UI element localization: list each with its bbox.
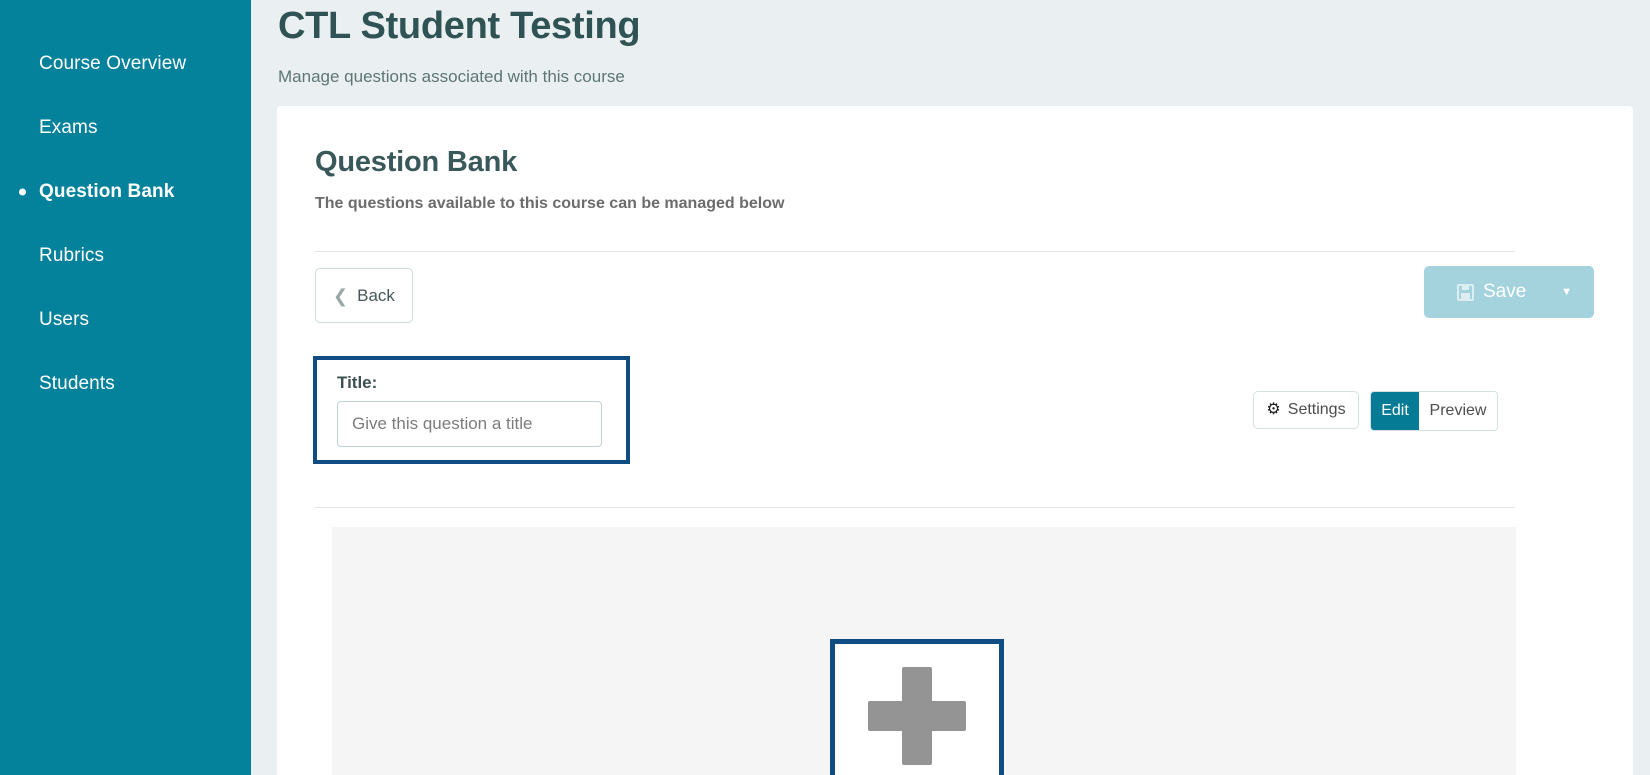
title-input[interactable] xyxy=(337,401,602,447)
tab-preview[interactable]: Preview xyxy=(1419,392,1497,430)
question-content-panel: Add new xyxy=(332,527,1516,775)
divider-top xyxy=(315,251,1515,252)
gear-icon: ⚙ xyxy=(1266,401,1281,418)
caret-down-icon[interactable]: ▼ xyxy=(1561,286,1594,298)
card-subtitle: The questions available to this course c… xyxy=(315,195,785,212)
title-field-label: Title: xyxy=(337,373,378,392)
sidebar-item-users[interactable]: Users xyxy=(0,288,251,352)
sidebar-item-rubrics[interactable]: Rubrics xyxy=(0,224,251,288)
page-subtitle: Manage questions associated with this co… xyxy=(278,67,625,86)
back-button-label: Back xyxy=(357,285,395,305)
active-bullet-icon xyxy=(19,188,26,196)
sidebar-item-exams[interactable]: Exams xyxy=(0,96,251,160)
settings-button-label: Settings xyxy=(1287,401,1346,418)
divider-middle xyxy=(315,507,1515,508)
chevron-left-icon: ❮ xyxy=(333,285,349,306)
save-button[interactable]: Save xyxy=(1424,281,1561,303)
card-title: Question Bank xyxy=(315,146,518,178)
add-new-button[interactable]: Add new xyxy=(835,644,999,775)
sidebar-item-label: Rubrics xyxy=(39,245,105,266)
view-toggle-group: Edit Preview xyxy=(1370,391,1498,431)
sidebar-item-course-overview[interactable]: Course Overview xyxy=(0,32,251,96)
sidebar-item-label: Students xyxy=(39,373,115,394)
tab-edit[interactable]: Edit xyxy=(1371,392,1419,430)
save-split-button[interactable]: Save ▼ xyxy=(1424,266,1594,318)
sidebar-item-label: Users xyxy=(39,309,90,330)
add-new-highlight: Add new xyxy=(830,639,1004,775)
sidebar-item-question-bank[interactable]: Question Bank xyxy=(0,160,251,224)
question-bank-card: Question Bank The questions available to… xyxy=(277,106,1633,775)
back-button[interactable]: ❮ Back xyxy=(315,268,413,323)
floppy-disk-icon xyxy=(1457,283,1474,301)
page-header: CTL Student Testing Manage questions ass… xyxy=(251,0,1650,106)
page-title: CTL Student Testing xyxy=(278,5,641,47)
sidebar-item-label: Course Overview xyxy=(39,53,187,74)
sidebar-item-label: Exams xyxy=(39,117,98,138)
settings-button[interactable]: ⚙ Settings xyxy=(1253,391,1359,429)
sidebar-item-label: Question Bank xyxy=(39,181,175,202)
sidebar-item-students[interactable]: Students xyxy=(0,352,251,416)
save-button-label: Save xyxy=(1483,281,1527,302)
title-field-highlight: Title: xyxy=(313,356,630,464)
plus-icon xyxy=(868,667,966,765)
sidebar: Course Overview Exams Question Bank Rubr… xyxy=(0,0,251,775)
